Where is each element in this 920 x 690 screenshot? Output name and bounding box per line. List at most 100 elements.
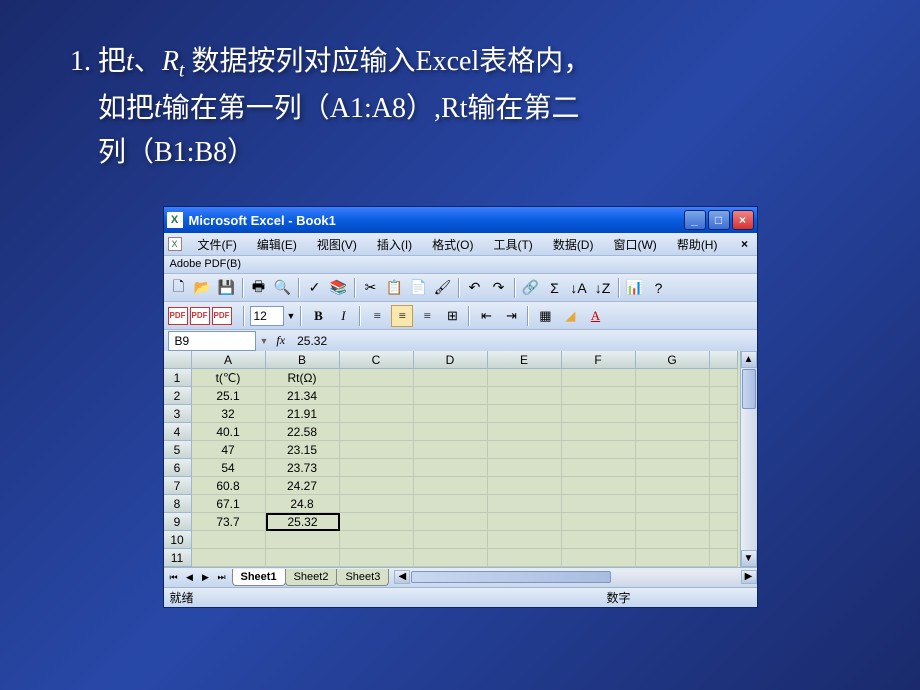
cell-d2[interactable] (414, 387, 488, 405)
autosum-button[interactable]: Σ (544, 277, 566, 299)
row-header[interactable]: 5 (164, 441, 192, 459)
row-header[interactable]: 9 (164, 513, 192, 531)
scroll-thumb[interactable] (411, 571, 611, 583)
col-header-e[interactable]: E (488, 351, 562, 369)
row-header[interactable]: 2 (164, 387, 192, 405)
cell-b11[interactable] (266, 549, 340, 567)
bold-button[interactable]: B (307, 305, 329, 327)
cell-edge[interactable] (710, 423, 738, 441)
spellcheck-button[interactable]: ✓ (304, 277, 326, 299)
scroll-down-icon[interactable]: ▼ (741, 550, 757, 567)
cell-g5[interactable] (636, 441, 710, 459)
col-header-b[interactable]: B (266, 351, 340, 369)
menu-tools[interactable]: 工具(T) (489, 234, 536, 255)
cell-f6[interactable] (562, 459, 636, 477)
cell-c5[interactable] (340, 441, 414, 459)
italic-button[interactable]: I (332, 305, 354, 327)
cell-a3[interactable]: 32 (192, 405, 266, 423)
cell-d9[interactable] (414, 513, 488, 531)
cell-a8[interactable]: 67.1 (192, 495, 266, 513)
tab-prev-button[interactable]: ◀ (182, 570, 198, 586)
minimize-button[interactable]: _ (684, 210, 706, 230)
dropdown-icon[interactable]: ▼ (287, 311, 296, 321)
cell-edge[interactable] (710, 459, 738, 477)
cell-a5[interactable]: 47 (192, 441, 266, 459)
align-center-button[interactable]: ≡ (391, 305, 413, 327)
menu-file[interactable]: 文件(F) (194, 234, 241, 255)
cell-e4[interactable] (488, 423, 562, 441)
cell-c10[interactable] (340, 531, 414, 549)
hyperlink-button[interactable]: 🔗 (520, 277, 542, 299)
menu-edit[interactable]: 编辑(E) (253, 234, 301, 255)
col-header-d[interactable]: D (414, 351, 488, 369)
cell-d11[interactable] (414, 549, 488, 567)
cell-a4[interactable]: 40.1 (192, 423, 266, 441)
menu-insert[interactable]: 插入(I) (373, 234, 416, 255)
cell-e6[interactable] (488, 459, 562, 477)
align-left-button[interactable]: ≡ (366, 305, 388, 327)
sheet-tab-3[interactable]: Sheet3 (336, 569, 389, 586)
row-header[interactable]: 4 (164, 423, 192, 441)
cell-edge[interactable] (710, 369, 738, 387)
cell-edge[interactable] (710, 549, 738, 567)
cell-a2[interactable]: 25.1 (192, 387, 266, 405)
save-button[interactable]: 💾 (216, 277, 238, 299)
scroll-up-icon[interactable]: ▲ (741, 351, 757, 368)
cell-a7[interactable]: 60.8 (192, 477, 266, 495)
row-header[interactable]: 11 (164, 549, 192, 567)
cell-c8[interactable] (340, 495, 414, 513)
cell-c7[interactable] (340, 477, 414, 495)
col-header-a[interactable]: A (192, 351, 266, 369)
tab-first-button[interactable]: ⏮ (166, 570, 182, 586)
col-header-c[interactable]: C (340, 351, 414, 369)
cell-b3[interactable]: 21.91 (266, 405, 340, 423)
cell-a1[interactable]: t(℃) (192, 369, 266, 387)
menu-format[interactable]: 格式(O) (428, 234, 477, 255)
preview-button[interactable]: 🔍 (272, 277, 294, 299)
cell-g11[interactable] (636, 549, 710, 567)
align-right-button[interactable]: ≡ (416, 305, 438, 327)
cell-c3[interactable] (340, 405, 414, 423)
pdf-review-icon[interactable]: PDF (212, 307, 232, 325)
pdf-menu[interactable]: Adobe PDF(B) (164, 255, 757, 273)
cell-f8[interactable] (562, 495, 636, 513)
redo-button[interactable]: ↷ (488, 277, 510, 299)
menu-window[interactable]: 窗口(W) (609, 234, 660, 255)
cell-f7[interactable] (562, 477, 636, 495)
undo-button[interactable]: ↶ (464, 277, 486, 299)
cell-c2[interactable] (340, 387, 414, 405)
formula-input[interactable]: 25.32 (293, 332, 756, 350)
cell-a10[interactable] (192, 531, 266, 549)
fill-color-button[interactable]: ◢ (559, 305, 581, 327)
help-button[interactable]: ? (648, 277, 670, 299)
titlebar[interactable]: X Microsoft Excel - Book1 _ □ × (164, 207, 757, 233)
col-header-g[interactable]: G (636, 351, 710, 369)
scroll-right-icon[interactable]: ▶ (741, 570, 757, 584)
scroll-left-icon[interactable]: ◀ (394, 570, 410, 584)
cell-a6[interactable]: 54 (192, 459, 266, 477)
cell-b9[interactable]: 25.32 (266, 513, 340, 531)
print-button[interactable]: 🖶 (248, 277, 270, 299)
cell-f5[interactable] (562, 441, 636, 459)
fx-button[interactable]: fx (268, 333, 293, 348)
cell-e10[interactable] (488, 531, 562, 549)
cell-b5[interactable]: 23.15 (266, 441, 340, 459)
cell-d6[interactable] (414, 459, 488, 477)
cell-b10[interactable] (266, 531, 340, 549)
cell-d3[interactable] (414, 405, 488, 423)
doc-close-button[interactable]: × (737, 236, 753, 252)
row-header[interactable]: 6 (164, 459, 192, 477)
dropdown-icon[interactable]: ▼ (260, 336, 269, 346)
cell-a11[interactable] (192, 549, 266, 567)
vertical-scrollbar[interactable]: ▲ ▼ (740, 351, 757, 567)
row-header[interactable]: 8 (164, 495, 192, 513)
research-button[interactable]: 📚 (328, 277, 350, 299)
cell-e8[interactable] (488, 495, 562, 513)
open-button[interactable]: 📂 (192, 277, 214, 299)
cell-d5[interactable] (414, 441, 488, 459)
cell-d1[interactable] (414, 369, 488, 387)
cell-b8[interactable]: 24.8 (266, 495, 340, 513)
cell-g4[interactable] (636, 423, 710, 441)
cell-f1[interactable] (562, 369, 636, 387)
cell-f9[interactable] (562, 513, 636, 531)
